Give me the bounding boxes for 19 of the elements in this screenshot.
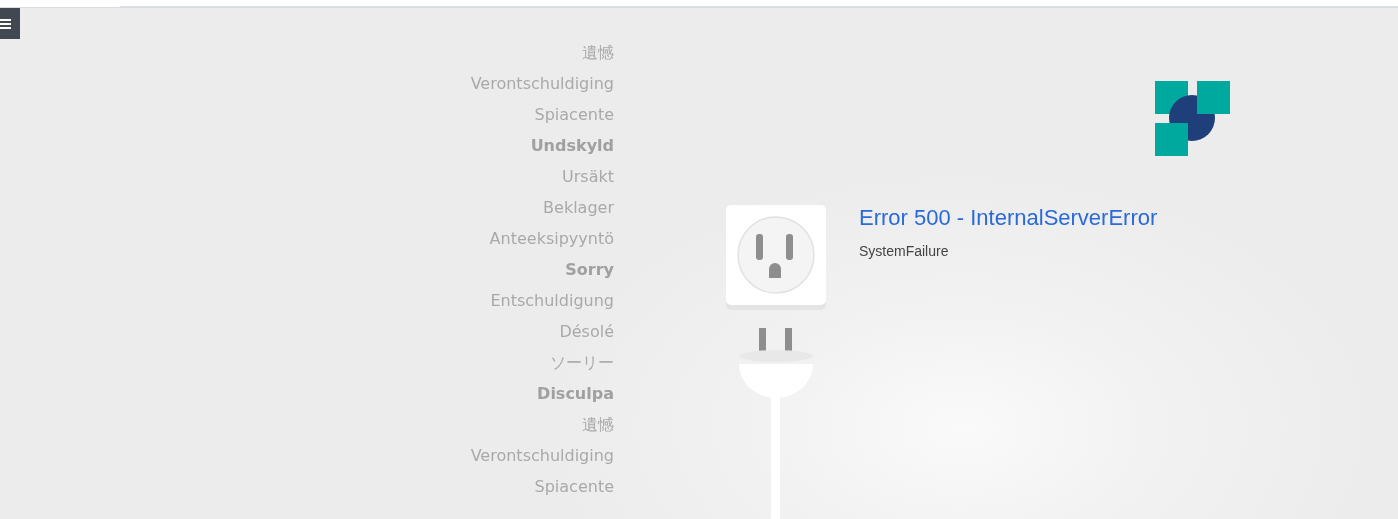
menu-button[interactable] — [0, 8, 20, 39]
apology-word: Spiacente — [534, 104, 614, 126]
apology-word: Undskyld — [530, 135, 614, 157]
apology-word: Beklager — [543, 197, 614, 219]
apology-word: Anteeksipyyntö — [489, 228, 614, 250]
apology-word: 遺憾 — [582, 42, 614, 64]
error-title: Error 500 - InternalServerError — [859, 205, 1158, 231]
apology-word: Verontschuldiging — [470, 73, 614, 95]
menu-icon — [0, 17, 12, 30]
apology-word: Spiacente — [534, 476, 614, 498]
apology-word: Verontschuldiging — [470, 445, 614, 467]
apology-word: 遺憾 — [582, 414, 614, 436]
apology-word: Désolé — [559, 321, 614, 343]
apology-word: Sorry — [565, 259, 614, 281]
apology-word: Ursäkt — [562, 166, 614, 188]
apology-word: Disculpa — [537, 383, 614, 405]
error-message: SystemFailure — [859, 242, 950, 261]
apology-word: ソーリー — [550, 352, 614, 374]
apology-word: Entschuldigung — [490, 290, 614, 312]
